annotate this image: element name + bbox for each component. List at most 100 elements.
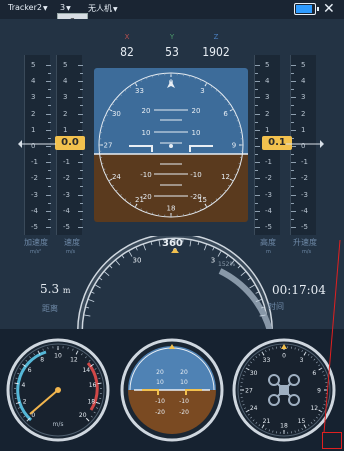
heading-tick (249, 284, 255, 289)
tracker-dropdown[interactable]: Tracker2▼ (8, 3, 48, 12)
ring-tick-label: 3 (200, 87, 204, 95)
tape-tick: -5 (255, 223, 281, 231)
tape-tick-label: 1 (301, 125, 306, 134)
accel-label: 加速度 (24, 238, 48, 247)
speed-gauge: 02468101214161820 m/s (6, 338, 110, 442)
heading-tick (86, 306, 90, 309)
heading-tick (212, 247, 215, 251)
tape-tick: -5 (291, 223, 317, 231)
heading-tick (88, 299, 95, 302)
tape-tick-label: 2 (63, 109, 68, 118)
tape-tick: -2 (255, 174, 281, 182)
heading-tick (247, 277, 251, 281)
tape-tick-label: 2 (301, 109, 306, 118)
ring-tick-label: 20 (79, 412, 87, 419)
heading-tick-label: 30 (133, 256, 142, 264)
pitch-label: -10 (190, 171, 201, 179)
pitch-label: 10 (156, 379, 164, 386)
tape-tick: -3 (291, 191, 317, 199)
pitch-label: 10 (142, 129, 151, 137)
tape-tick-label: -3 (31, 190, 38, 199)
tape-tick: -2 (57, 174, 83, 182)
heading-tick-label: 3 (211, 256, 215, 264)
tape-tick-label: 3 (265, 93, 270, 102)
tape-tick-label: -1 (63, 158, 70, 167)
annotation-line (323, 240, 341, 434)
time-value: 00:17:04 (272, 283, 326, 297)
ring-tick-label: 6 (223, 110, 228, 118)
ring-tick-label: 33 (135, 87, 144, 95)
uav-dropdown[interactable]: 无人机▼ (88, 3, 118, 14)
accel-marker-icon (18, 140, 56, 148)
pitch-label: -20 (140, 193, 151, 201)
ring-tick-label: 24 (112, 173, 121, 181)
tape-tick-label: 3 (301, 93, 306, 102)
tape-tick: -3 (255, 191, 281, 199)
tape-tick: -4 (255, 207, 281, 215)
tape-tick-label: 1 (31, 125, 36, 134)
chevron-down-icon: ▼ (42, 5, 48, 12)
x-label: X (124, 33, 130, 41)
pitch-label: -20 (155, 409, 165, 416)
tape-tick: 1 (57, 126, 83, 134)
tape-tick: -1 (57, 158, 83, 166)
heading-tick (95, 284, 101, 289)
ring-tick-label: 33 (263, 357, 271, 364)
tape-tick: 4 (57, 77, 83, 85)
tape-tick: 2 (57, 110, 83, 118)
tape-tick: -5 (57, 223, 83, 231)
distance-value: 5.3 (40, 282, 60, 296)
tape-tick: -2 (25, 174, 51, 182)
y-label: Y (169, 33, 175, 41)
ring-tick-label: 6 (312, 370, 316, 377)
tracker-label: Tracker2 (8, 3, 42, 12)
ring-tick-label: 16 (89, 382, 97, 389)
tape-tick: 5 (291, 61, 317, 69)
time-label: 时间 (268, 302, 284, 311)
tape-tick: -4 (57, 207, 83, 215)
tape-tick: 5 (255, 61, 281, 69)
tape-tick-label: 1 (63, 125, 68, 134)
battery-fill (296, 5, 312, 13)
pitch-label: -20 (179, 409, 189, 416)
tape-tick-label: -1 (31, 158, 38, 167)
heading-tick (237, 265, 241, 269)
heading-tick (115, 260, 121, 266)
tape-tick-label: -5 (31, 223, 38, 231)
pitch-label: 10 (192, 129, 201, 137)
tape-tick: 3 (25, 93, 51, 101)
tape-tick: -1 (291, 158, 317, 166)
heading-tick (204, 244, 207, 251)
ring-tick-label: 4 (22, 382, 26, 389)
heading-tick (135, 247, 138, 251)
tape-tick: -4 (25, 207, 51, 215)
heading-tick (150, 242, 153, 246)
ring-tick-label: 15 (298, 418, 306, 425)
pitch-label: -10 (155, 398, 165, 405)
heading-tick (255, 291, 259, 294)
ring-tick-label: 9 (232, 142, 236, 150)
tape-tick-label: 4 (63, 77, 68, 86)
ring-tick-label: 18 (167, 205, 176, 213)
ring-tick-label: 24 (250, 405, 258, 412)
speed-value-box: 0.0 (55, 136, 85, 150)
chevron-down-icon: ▼ (113, 6, 118, 13)
resize-handle[interactable] (322, 432, 342, 449)
uav-label: 无人机 (88, 4, 112, 13)
ring-tick-label: 12 (221, 173, 230, 181)
heading-tick (217, 251, 222, 257)
tape-tick: 1 (25, 126, 51, 134)
pitch-label: -10 (140, 171, 151, 179)
top-bar: Tracker2▼ 3▼ 无人机▼ ✕ (0, 0, 344, 19)
ring-tick-label: 12 (70, 356, 78, 363)
ring-tick-label: 6 (28, 367, 32, 374)
pitch-label: 20 (180, 369, 188, 376)
heading-tick (121, 255, 125, 259)
tape-tick-label: -5 (63, 223, 70, 231)
z-label: Z (213, 33, 219, 41)
tape-tick-label: 3 (63, 93, 68, 102)
heading-percent: 152% (218, 261, 235, 268)
close-icon[interactable]: ✕ (323, 1, 335, 17)
tape-tick: 4 (25, 77, 51, 85)
number-dropdown[interactable]: 3▼ (60, 3, 71, 12)
